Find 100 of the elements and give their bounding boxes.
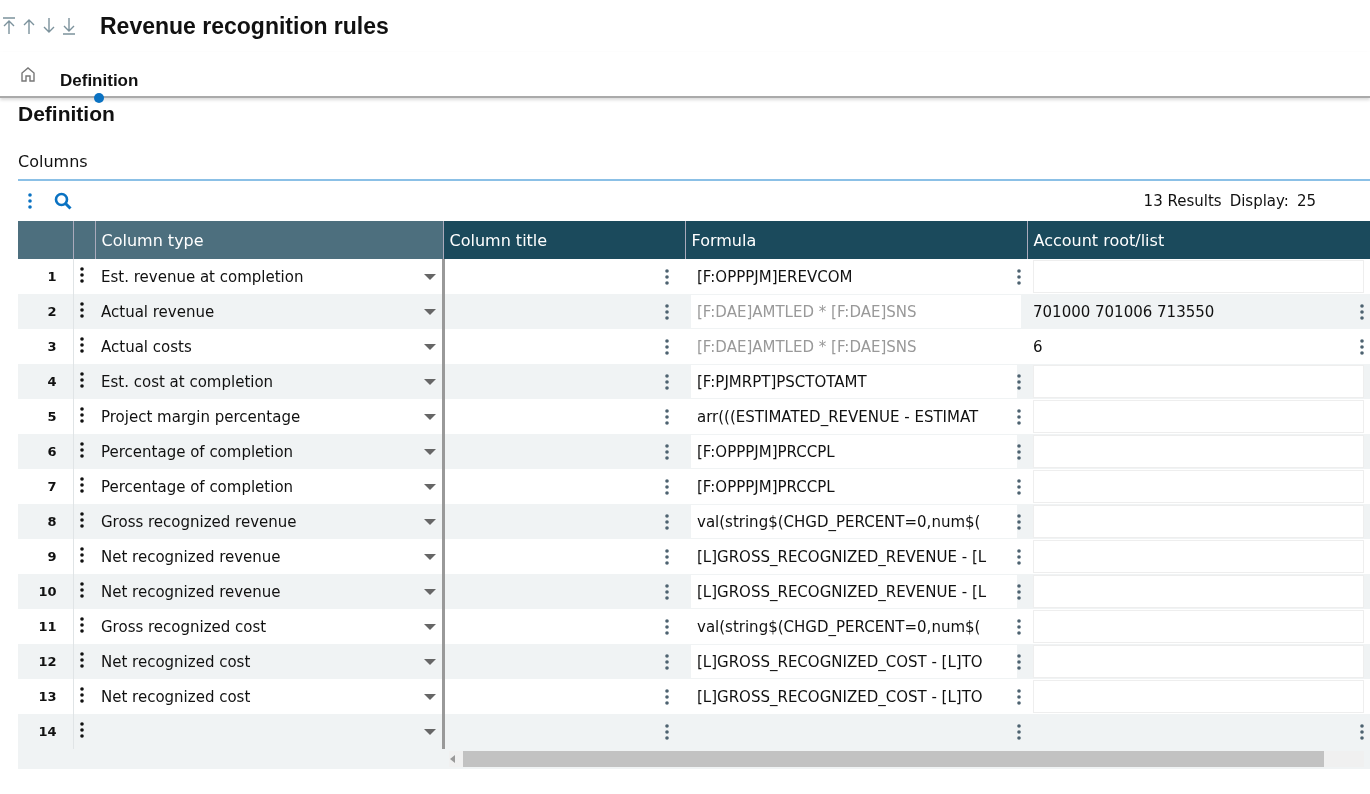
row-menu-icon[interactable] (79, 546, 84, 563)
caret-icon (423, 378, 436, 385)
column-type-select[interactable]: Net recognized cost (101, 687, 436, 706)
formula-field[interactable]: [F:PJMRPT]PSCTOTAMT (691, 365, 1017, 398)
search-icon[interactable] (54, 192, 72, 210)
formula-field[interactable]: val(string$(CHGD_PERCENT=0,num$( (691, 505, 1017, 538)
row-menu-icon[interactable] (79, 476, 84, 493)
caret-icon (423, 518, 436, 525)
caret-icon (423, 448, 436, 455)
field-menu-icon[interactable] (1017, 268, 1021, 285)
column-type-select[interactable]: Percentage of completion (101, 477, 436, 496)
field-menu-icon[interactable] (1017, 583, 1021, 600)
row-menu-icon[interactable] (79, 651, 84, 668)
column-type-select[interactable]: Project margin percentage (101, 407, 436, 426)
field-menu-icon[interactable] (1360, 303, 1364, 320)
column-type-select[interactable]: Est. revenue at completion (101, 267, 436, 286)
row-menu-icon[interactable] (79, 266, 84, 283)
row-number: 10 (18, 574, 73, 609)
results-count: 13 Results (1143, 192, 1222, 210)
display-value[interactable]: 25 (1296, 192, 1316, 210)
column-header[interactable]: Column type (95, 221, 443, 259)
field-menu-icon[interactable] (665, 583, 669, 600)
row-menu-icon[interactable] (79, 686, 84, 703)
caret-icon (423, 658, 436, 665)
row-number: 13 (18, 679, 73, 714)
row-menu-icon[interactable] (79, 441, 84, 458)
formula-field[interactable]: [L]GROSS_RECOGNIZED_REVENUE - [L (691, 575, 1017, 608)
field-menu-icon[interactable] (665, 653, 669, 670)
row-menu-icon[interactable] (79, 511, 84, 528)
field-menu-icon[interactable] (1017, 513, 1021, 530)
field-menu-icon[interactable] (1017, 478, 1021, 495)
column-header[interactable]: Formula (685, 221, 1027, 259)
down-arrow-icon[interactable] (42, 17, 56, 35)
field-menu-icon[interactable] (665, 303, 669, 320)
row-number: 12 (18, 644, 73, 679)
caret-icon (423, 623, 436, 630)
header-cell (73, 221, 95, 259)
field-menu-icon[interactable] (1017, 653, 1021, 670)
column-type-select[interactable]: Gross recognized cost (101, 617, 436, 636)
display-label: Display: (1229, 192, 1289, 210)
field-menu-icon[interactable] (665, 688, 669, 705)
horizontal-scrollbar[interactable] (449, 751, 1364, 767)
field-menu-icon[interactable] (665, 373, 669, 390)
first-arrow-icon[interactable] (2, 17, 16, 35)
field-menu-icon[interactable] (1017, 443, 1021, 460)
field-menu-icon[interactable] (665, 618, 669, 635)
field-menu-icon[interactable] (665, 408, 669, 425)
field-menu-icon[interactable] (665, 443, 669, 460)
row-number: 9 (18, 539, 73, 574)
more-actions-icon[interactable] (28, 193, 32, 209)
field-menu-icon[interactable] (1017, 723, 1021, 740)
field-menu-icon[interactable] (1017, 688, 1021, 705)
field-menu-icon[interactable] (1017, 618, 1021, 635)
account-field[interactable]: 6 (1033, 337, 1043, 356)
field-menu-icon[interactable] (1360, 723, 1364, 740)
page-title: Revenue recognition rules (100, 12, 389, 40)
row-menu-icon[interactable] (79, 616, 84, 633)
row-menu-icon[interactable] (79, 301, 84, 318)
caret-icon (423, 693, 436, 700)
field-menu-icon[interactable] (1360, 338, 1364, 355)
field-menu-icon[interactable] (1017, 408, 1021, 425)
formula-field[interactable]: [L]GROSS_RECOGNIZED_COST - [L]TO (691, 645, 1017, 678)
column-header[interactable]: Account root/list (1027, 221, 1370, 259)
row-menu-icon[interactable] (79, 371, 84, 388)
header-cell (18, 221, 73, 259)
formula-field[interactable]: [F:OPPPJM]PRCCPL (691, 435, 1017, 468)
field-menu-icon[interactable] (665, 548, 669, 565)
row-number: 8 (18, 504, 73, 539)
column-type-select[interactable]: Actual costs (101, 337, 436, 356)
row-menu-icon[interactable] (79, 336, 84, 353)
row-menu-icon[interactable] (79, 406, 84, 423)
row-menu-icon[interactable] (79, 721, 84, 738)
row-number: 1 (18, 259, 73, 294)
column-header[interactable]: Column title (443, 221, 685, 259)
field-menu-icon[interactable] (665, 478, 669, 495)
row-number: 11 (18, 609, 73, 644)
field-menu-icon[interactable] (1017, 373, 1021, 390)
caret-icon (423, 308, 436, 315)
caret-icon (423, 553, 436, 560)
caret-icon (423, 343, 436, 350)
row-number: 4 (18, 364, 73, 399)
row-number: 5 (18, 399, 73, 434)
row-number: 6 (18, 434, 73, 469)
caret-icon (423, 273, 436, 280)
row-number: 7 (18, 469, 73, 504)
field-menu-icon[interactable] (665, 723, 669, 740)
last-arrow-icon[interactable] (62, 17, 76, 35)
home-icon[interactable] (20, 66, 36, 82)
field-menu-icon[interactable] (665, 338, 669, 355)
up-arrow-icon[interactable] (22, 17, 36, 35)
account-field[interactable] (1033, 260, 1364, 293)
row-menu-icon[interactable] (79, 581, 84, 598)
caret-icon (423, 413, 436, 420)
tab[interactable]: Definition (58, 57, 141, 103)
column-type-select[interactable]: Net recognized revenue (101, 547, 436, 566)
block-title: Columns (18, 152, 1370, 181)
row-number: 2 (18, 294, 73, 329)
field-menu-icon[interactable] (665, 513, 669, 530)
field-menu-icon[interactable] (1017, 548, 1021, 565)
field-menu-icon[interactable] (665, 268, 669, 285)
